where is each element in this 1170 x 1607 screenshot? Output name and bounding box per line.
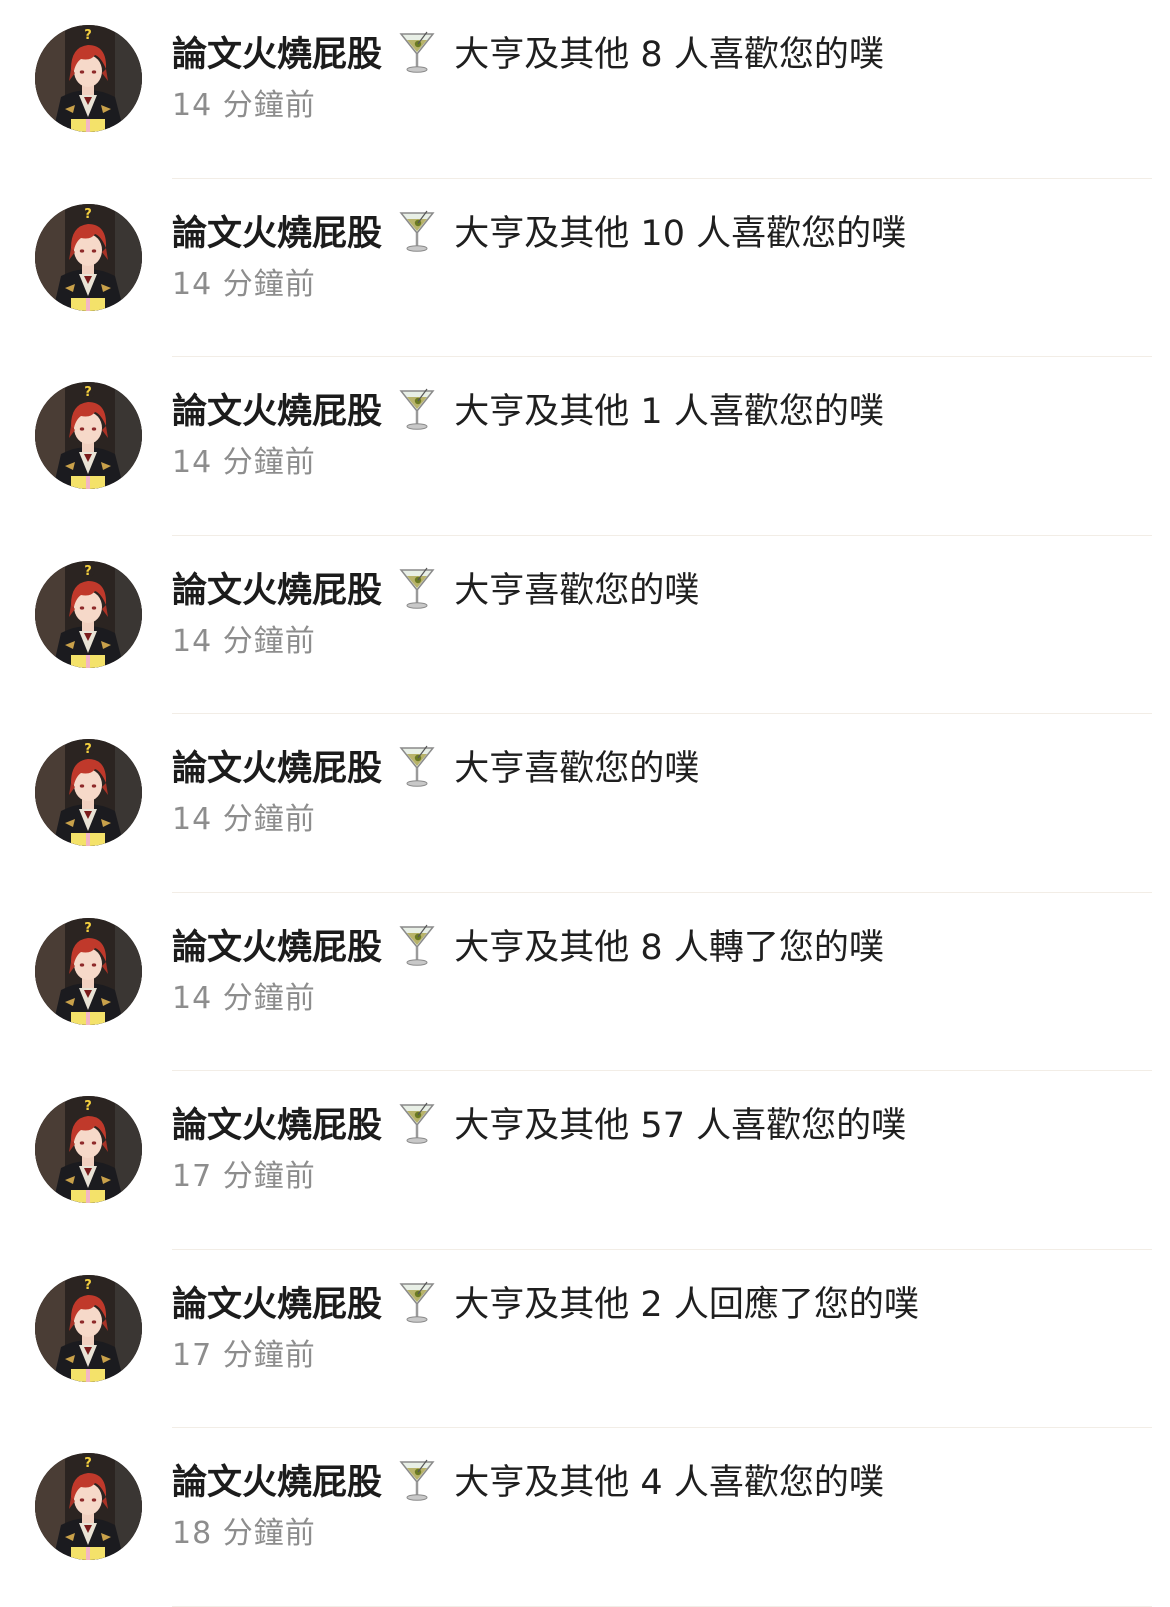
svg-text:?: ? [84, 1278, 92, 1293]
nickname[interactable]: 論文火燒屁股 [172, 571, 382, 611]
avatar[interactable]: ? [35, 203, 142, 311]
notification-message: 論文火燒屁股 大亨及其他 10 人喜歡您的噗 [172, 209, 1150, 259]
notification-message: 論文火燒屁股 大亨及其他 57 人喜歡您的噗 [172, 1101, 1150, 1151]
avatar-image: ? [35, 917, 142, 1025]
svg-text:?: ? [84, 28, 92, 43]
avatar[interactable]: ? [35, 917, 142, 1025]
timestamp: 18 分鐘前 [172, 1516, 316, 1551]
notification-item[interactable]: ? 論文火燒屁股 大亨及其他 [0, 357, 1170, 536]
nickname[interactable]: 論文火燒屁股 [172, 1285, 382, 1325]
svg-text:?: ? [84, 385, 92, 400]
notification-message: 論文火燒屁股 大亨喜歡您的噗 [172, 566, 1150, 616]
avatar[interactable]: ? [35, 1096, 142, 1203]
avatar-image: ? [35, 1453, 142, 1560]
notification-action: 大亨喜歡您的噗 [454, 570, 700, 611]
notification-text: 論文火燒屁股 大亨及其他 8 人喜歡您的噗 14 分鐘前 [172, 30, 1150, 126]
notification-text: 論文火燒屁股 大亨及其他 8 人轉了您的噗 14 分鐘前 [172, 923, 1150, 1019]
notification-text: 論文火燒屁股 大亨及其他 1 人喜歡您的噗 14 分鐘前 [172, 387, 1150, 483]
timestamp: 14 分鐘前 [172, 445, 316, 480]
cocktail-glass-icon [397, 1101, 437, 1145]
notification-item[interactable]: ? 論文火燒屁股 大亨及其他 [0, 1250, 1170, 1428]
notification-action: 大亨及其他 4 人喜歡您的噗 [454, 1463, 884, 1503]
nickname[interactable]: 論文火燒屁股 [172, 214, 382, 254]
nickname[interactable]: 論文火燒屁股 [172, 749, 382, 789]
avatar-image: ? [35, 1274, 142, 1382]
avatar[interactable]: ? [35, 560, 142, 668]
notification-text: 論文火燒屁股 大亨及其他 2 人回應了您的噗 17 分鐘前 [172, 1280, 1150, 1376]
nickname[interactable]: 論文火燒屁股 [172, 392, 382, 432]
notification-action: 大亨喜歡您的噗 [454, 749, 700, 789]
notification-action: 大亨及其他 8 人喜歡您的噗 [454, 35, 884, 75]
nickname[interactable]: 論文火燒屁股 [172, 1106, 382, 1146]
avatar-image: ? [35, 1096, 142, 1203]
svg-text:?: ? [84, 742, 92, 757]
nickname[interactable]: 論文火燒屁股 [172, 35, 382, 75]
notification-action: 大亨及其他 2 人回應了您的噗 [454, 1284, 919, 1325]
notification-text: 論文火燒屁股 大亨喜歡您的噗 14 分鐘前 [172, 566, 1150, 662]
notification-item[interactable]: ? 論文火燒屁股 大亨及其他 [0, 1428, 1170, 1607]
notification-message: 論文火燒屁股 大亨及其他 8 人喜歡您的噗 [172, 30, 1150, 80]
cocktail-glass-icon [397, 30, 437, 74]
cocktail-glass-icon [397, 1280, 437, 1324]
avatar[interactable]: ? [35, 739, 142, 846]
timestamp: 17 分鐘前 [172, 1337, 316, 1373]
notification-message: 論文火燒屁股 大亨及其他 8 人轉了您的噗 [172, 923, 1150, 973]
svg-text:?: ? [84, 1456, 92, 1471]
avatar[interactable]: ? [35, 382, 142, 489]
nickname[interactable]: 論文火燒屁股 [172, 1463, 382, 1503]
avatar-image: ? [35, 382, 142, 489]
avatar-image: ? [35, 203, 142, 311]
cocktail-glass-icon [397, 923, 437, 967]
notification-item[interactable]: ? 論文火燒屁股 大亨及其他 [0, 0, 1170, 179]
timestamp: 14 分鐘前 [172, 88, 316, 123]
svg-text:?: ? [84, 207, 92, 222]
timestamp: 14 分鐘前 [172, 623, 316, 659]
svg-text:?: ? [84, 921, 92, 936]
avatar-image: ? [35, 739, 142, 846]
avatar[interactable]: ? [35, 1453, 142, 1560]
notification-message: 論文火燒屁股 大亨喜歡您的噗 [172, 744, 1150, 794]
avatar[interactable]: ? [35, 1274, 142, 1382]
notification-item[interactable]: ? 論文火燒屁股 大亨及其他 [0, 893, 1170, 1071]
nickname[interactable]: 論文火燒屁股 [172, 928, 382, 968]
notification-text: 論文火燒屁股 大亨及其他 57 人喜歡您的噗 17 分鐘前 [172, 1101, 1150, 1197]
cocktail-glass-icon [397, 744, 437, 788]
svg-text:?: ? [84, 564, 92, 579]
notification-action: 大亨及其他 10 人喜歡您的噗 [454, 213, 907, 254]
avatar[interactable]: ? [35, 25, 142, 132]
avatar-image: ? [35, 560, 142, 668]
notification-text: 論文火燒屁股 大亨及其他 10 人喜歡您的噗 14 分鐘前 [172, 209, 1150, 305]
notification-message: 論文火燒屁股 大亨及其他 4 人喜歡您的噗 [172, 1458, 1150, 1508]
notification-action: 大亨及其他 8 人轉了您的噗 [454, 927, 884, 968]
avatar-image: ? [35, 25, 142, 132]
notification-item[interactable]: ? 論文火燒屁股 大亨喜歡您的噗 14 分鐘前 [0, 536, 1170, 714]
divider [172, 1605, 1152, 1607]
cocktail-glass-icon [397, 566, 437, 610]
notification-item[interactable]: ? 論文火燒屁股 大亨及其他 [0, 179, 1170, 357]
timestamp: 14 分鐘前 [172, 266, 316, 302]
notification-list: ? 論文火燒屁股 大亨及其他 8 人喜歡您的噗 14 分鐘前 ? 論文火燒屁股 … [0, 0, 1170, 1607]
notification-message: 論文火燒屁股 大亨及其他 2 人回應了您的噗 [172, 1280, 1150, 1330]
notification-item[interactable]: ? 論文火燒屁股 大亨喜歡您的噗 14 分鐘前 [0, 714, 1170, 893]
timestamp: 14 分鐘前 [172, 980, 316, 1016]
notification-action: 大亨及其他 57 人喜歡您的噗 [454, 1106, 907, 1146]
notification-text: 論文火燒屁股 大亨喜歡您的噗 14 分鐘前 [172, 744, 1150, 840]
cocktail-glass-icon [397, 387, 437, 431]
svg-text:?: ? [84, 1099, 92, 1114]
notification-text: 論文火燒屁股 大亨及其他 4 人喜歡您的噗 18 分鐘前 [172, 1458, 1150, 1554]
timestamp: 17 分鐘前 [172, 1159, 316, 1194]
timestamp: 14 分鐘前 [172, 802, 316, 837]
notification-item[interactable]: ? 論文火燒屁股 大亨及其他 [0, 1071, 1170, 1250]
notification-message: 論文火燒屁股 大亨及其他 1 人喜歡您的噗 [172, 387, 1150, 437]
cocktail-glass-icon [397, 209, 437, 253]
cocktail-glass-icon [397, 1458, 437, 1502]
notification-action: 大亨及其他 1 人喜歡您的噗 [454, 392, 884, 432]
